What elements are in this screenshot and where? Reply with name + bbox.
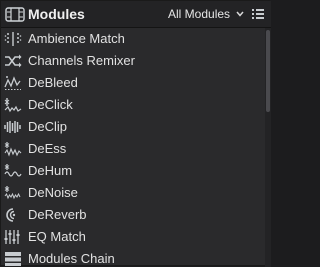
module-label: DeEss bbox=[28, 141, 67, 156]
ambience-match-icon bbox=[4, 31, 22, 47]
declip-icon bbox=[4, 119, 22, 135]
module-label: DeHum bbox=[28, 163, 73, 178]
modules-header: Modules All Modules bbox=[1, 1, 271, 28]
list-menu-icon[interactable] bbox=[251, 7, 265, 21]
denoise-icon bbox=[4, 185, 22, 201]
module-item-denoise[interactable]: DeNoise bbox=[1, 182, 265, 204]
module-filter-dropdown[interactable]: All Modules bbox=[168, 7, 230, 21]
declick-icon bbox=[4, 97, 22, 113]
module-item-declick[interactable]: DeClick bbox=[1, 94, 265, 116]
dehum-icon bbox=[4, 163, 22, 179]
deess-icon bbox=[4, 141, 22, 157]
module-item-dereverb[interactable]: DeReverb bbox=[1, 204, 265, 226]
modules-icon bbox=[5, 7, 25, 22]
list-scrollbar[interactable] bbox=[265, 28, 271, 267]
module-item-declip[interactable]: DeClip bbox=[1, 116, 265, 138]
modules-list: Ambience Match Channels Remixer DeBleed … bbox=[1, 28, 265, 267]
module-item-deess[interactable]: DeEss bbox=[1, 138, 265, 160]
module-label: Modules Chain bbox=[28, 251, 115, 266]
module-label: DeNoise bbox=[28, 185, 78, 200]
module-item-debleed[interactable]: DeBleed bbox=[1, 72, 265, 94]
module-label: DeBleed bbox=[28, 75, 78, 90]
module-label: DeClick bbox=[28, 97, 73, 112]
scrollbar-thumb[interactable] bbox=[266, 30, 270, 112]
modules-chain-icon bbox=[4, 251, 22, 267]
module-item-dehum[interactable]: DeHum bbox=[1, 160, 265, 182]
debleed-icon bbox=[4, 75, 22, 91]
panel-title: Modules bbox=[28, 6, 85, 22]
module-label: Channels Remixer bbox=[28, 53, 135, 68]
module-item-eq-match[interactable]: EQ Match bbox=[1, 226, 265, 248]
eq-match-icon bbox=[4, 229, 22, 245]
chevron-down-icon[interactable] bbox=[236, 11, 244, 17]
module-item-modules-chain[interactable]: Modules Chain bbox=[1, 248, 265, 267]
module-label: DeClip bbox=[28, 119, 68, 134]
dereverb-icon bbox=[4, 207, 22, 223]
shuffle-icon bbox=[4, 53, 22, 69]
module-label: Ambience Match bbox=[28, 31, 125, 46]
module-label: DeReverb bbox=[28, 207, 87, 222]
module-item-channels-remixer[interactable]: Channels Remixer bbox=[1, 50, 265, 72]
module-item-ambience-match[interactable]: Ambience Match bbox=[1, 28, 265, 50]
modules-panel: Modules All Modules Ambience Match Chann… bbox=[0, 0, 271, 267]
module-label: EQ Match bbox=[28, 229, 86, 244]
